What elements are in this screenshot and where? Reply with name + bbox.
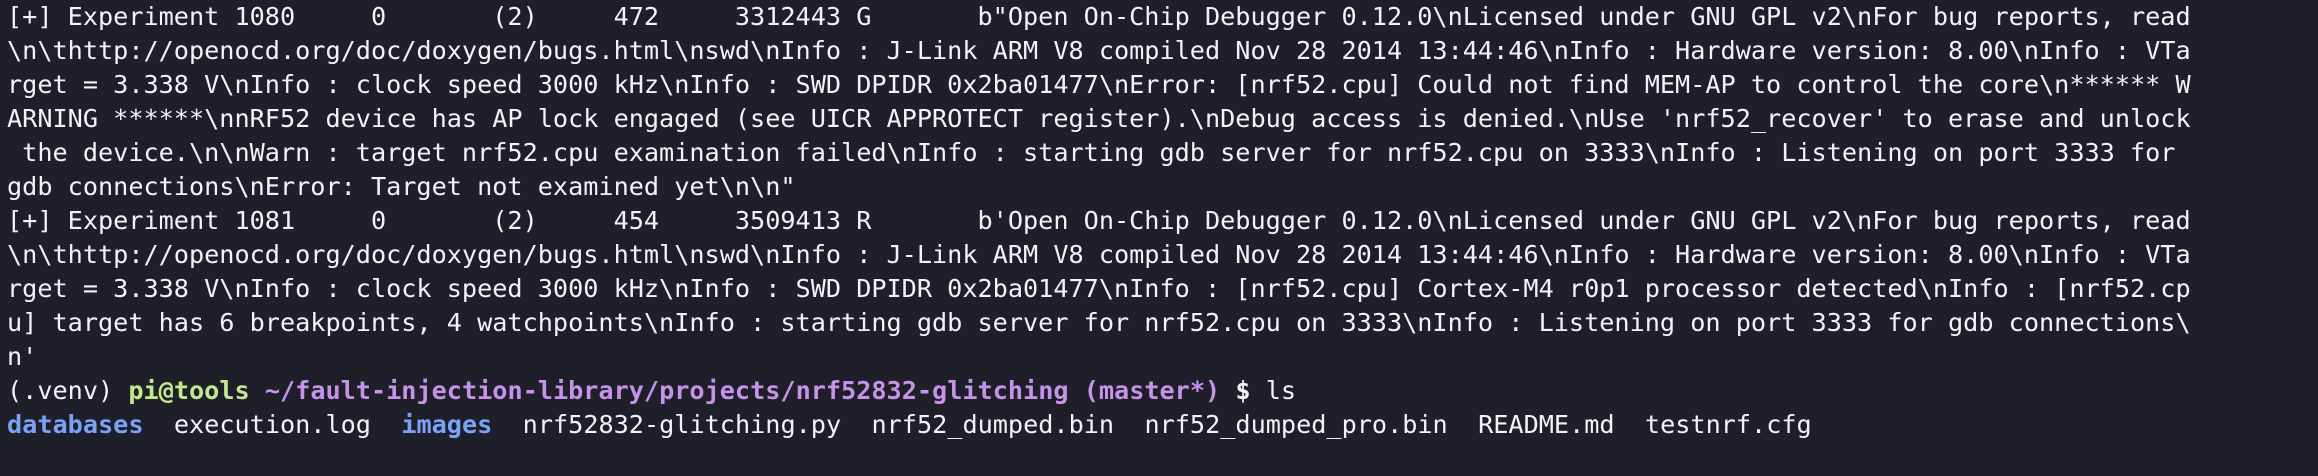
file-readme[interactable]: README.md	[1478, 410, 1614, 439]
output-line: ARNING ******\nnRF52 device has AP lock …	[7, 104, 2191, 133]
current-directory: ~/fault-injection-library/projects/nrf52…	[249, 376, 1069, 405]
file-dumped-bin[interactable]: nrf52_dumped.bin	[871, 410, 1114, 439]
file-cfg[interactable]: testnrf.cfg	[1645, 410, 1812, 439]
output-line: rget = 3.338 V\nInfo : clock speed 3000 …	[7, 274, 2191, 303]
file-script[interactable]: nrf52832-glitching.py	[523, 410, 841, 439]
output-line: [+] Experiment 1080 0 (2) 472 3312443 G …	[7, 2, 2191, 31]
output-line: n'	[7, 342, 38, 371]
ls-output: databases execution.log images nrf52832-…	[7, 408, 2318, 442]
dir-images[interactable]: images	[401, 410, 492, 439]
output-line: gdb connections\nError: Target not exami…	[7, 172, 796, 201]
dir-databases[interactable]: databases	[7, 410, 143, 439]
terminal-window[interactable]: [+] Experiment 1080 0 (2) 472 3312443 G …	[0, 0, 2318, 476]
prompt-symbol: $	[1220, 376, 1266, 405]
output-line: u] target has 6 breakpoints, 4 watchpoin…	[7, 308, 2191, 337]
venv-indicator: (.venv)	[7, 376, 129, 405]
output-line: the device.\n\nWarn : target nrf52.cpu e…	[7, 138, 2176, 167]
output-line: \n\thttp://openocd.org/doc/doxygen/bugs.…	[7, 36, 2191, 65]
git-branch: (master*)	[1068, 376, 1221, 405]
shell-prompt[interactable]: (.venv) pi@tools ~/fault-injection-libra…	[7, 374, 2318, 408]
file-dumped-pro-bin[interactable]: nrf52_dumped_pro.bin	[1144, 410, 1447, 439]
file-execution-log[interactable]: execution.log	[174, 410, 371, 439]
output-line: \n\thttp://openocd.org/doc/doxygen/bugs.…	[7, 240, 2191, 269]
output-line: rget = 3.338 V\nInfo : clock speed 3000 …	[7, 70, 2191, 99]
experiment-1081-output: [+] Experiment 1081 0 (2) 454 3509413 R …	[7, 204, 2318, 374]
command-input[interactable]: ls	[1266, 376, 1296, 405]
user-host: pi@tools	[128, 376, 250, 405]
output-line: [+] Experiment 1081 0 (2) 454 3509413 R …	[7, 206, 2191, 235]
experiment-1080-output: [+] Experiment 1080 0 (2) 472 3312443 G …	[7, 0, 2318, 204]
